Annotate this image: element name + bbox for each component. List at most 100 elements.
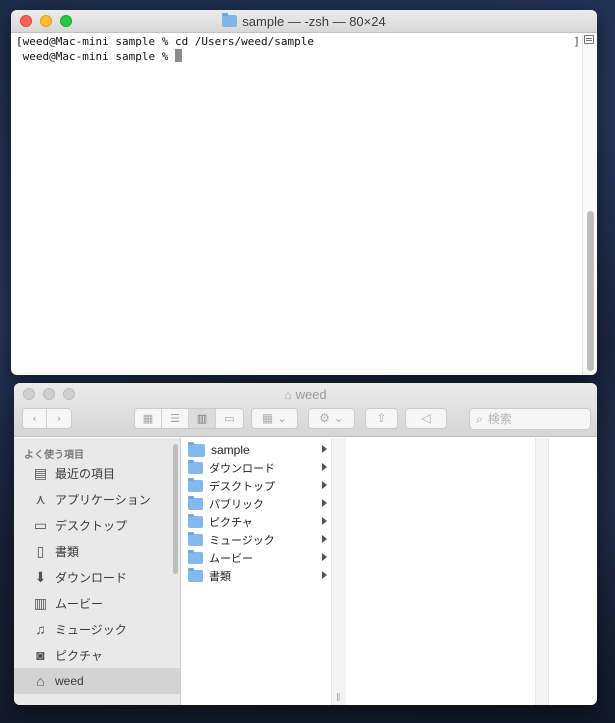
sidebar-item-label: デスクトップ [55,518,128,533]
split-view-icon[interactable] [584,35,594,44]
search-field[interactable]: ⌕ 検索 [469,408,591,430]
disclosure-arrow-icon [322,535,327,543]
forward-button[interactable]: › [47,409,71,428]
sidebar-item-pictures[interactable]: ◙ ピクチャ [14,642,180,668]
sidebar-item-label: ピクチャ [55,648,103,663]
applications-icon: ⋏ [35,490,46,507]
sidebar-item-movies[interactable]: ▥ ムービー [14,590,180,616]
folder-icon [222,13,238,27]
music-folder-icon [188,532,203,546]
finder-window: ⌂ weed ‹ › ▦ ☰ ▥ ▭ ▦ ⌄ ⚙ ⌄ ⇧ ◁ ⌕ 検索 よく使う項目… [14,383,597,705]
disclosure-arrow-icon [322,463,327,471]
sidebar-item-recents[interactable]: ▤ 最近の項目 [14,460,180,486]
group-button[interactable]: ▦ ⌄ [251,408,298,429]
sidebar-item-label: weed [55,674,84,688]
public-folder-icon [188,496,203,510]
disclosure-arrow-icon [322,571,327,579]
sidebar-item-desktop[interactable]: ▭ デスクトップ [14,512,180,538]
terminal-title-text: sample — -zsh — 80×24 [242,14,386,29]
sidebar-item-home[interactable]: ⌂ weed [14,668,180,694]
tags-button[interactable]: ◁ [405,408,447,429]
column-item-label: パブリック [209,499,264,511]
sidebar-item-music[interactable]: ♫ ミュージック [14,616,180,642]
disclosure-arrow-icon [322,481,327,489]
column-item-label: デスクトップ [209,481,275,493]
column-item-label: ミュージック [209,535,275,547]
action-button[interactable]: ⚙ ⌄ [308,408,355,429]
column-item-desktop[interactable]: デスクトップ [182,477,331,495]
column-view-button[interactable]: ▥ [189,409,216,428]
folder-icon [188,441,205,457]
column-item-pictures[interactable]: ピクチャ [182,513,331,531]
column-item-music[interactable]: ミュージック [182,531,331,549]
share-button[interactable]: ⇧ [365,408,398,429]
column-item-documents[interactable]: 書類 [182,567,331,585]
column-item-label: ダウンロード [209,463,275,475]
sidebar-item-applications[interactable]: ⋏ アプリケーション [14,486,180,512]
downloads-folder-icon [188,460,203,474]
line-marker: ] [573,35,580,48]
list-view-button[interactable]: ☰ [162,409,189,428]
terminal-scrollbar[interactable] [582,33,597,375]
disclosure-arrow-icon [322,553,327,561]
sidebar-scrollbar[interactable] [173,444,178,574]
music-icon: ♫ [35,621,46,637]
finder-sidebar: よく使う項目 ▤ 最近の項目 ⋏ アプリケーション ▭ デスクトップ ▯ 書類 ⬇ ダウン… [14,438,181,705]
sidebar-item-documents[interactable]: ▯ 書類 [14,538,180,564]
sidebar-item-label: ミュージック [55,622,127,637]
column-item-public[interactable]: パブリック [182,495,331,513]
nav-buttons: ‹ › [22,408,72,429]
column-item-downloads[interactable]: ダウンロード [182,459,331,477]
column-item-label: ムービー [209,553,253,565]
disclosure-arrow-icon [322,499,327,507]
search-placeholder: 検索 [487,412,512,426]
back-button[interactable]: ‹ [23,409,47,428]
sidebar-item-downloads[interactable]: ⬇ ダウンロード [14,564,180,590]
sidebar-item-label: ムービー [55,596,104,611]
column-item-label: sample [211,443,250,457]
icon-view-button[interactable]: ▦ [135,409,162,428]
movies-folder-icon [188,550,203,564]
view-mode-control: ▦ ☰ ▥ ▭ [134,408,244,429]
column-gutter [535,438,549,705]
pictures-icon: ◙ [36,647,45,663]
search-icon: ⌕ [476,412,483,426]
gallery-view-button[interactable]: ▭ [216,409,243,428]
terminal-window: sample — -zsh — 80×24 [weed@Mac-mini sam… [11,10,597,375]
disclosure-arrow-icon [322,445,327,453]
finder-toolbar: ⌂ weed ‹ › ▦ ☰ ▥ ▭ ▦ ⌄ ⚙ ⌄ ⇧ ◁ ⌕ 検索 [14,383,597,437]
terminal-cursor [174,49,182,62]
recents-icon: ▤ [33,464,48,481]
column-resize-handle[interactable]: || [336,692,341,701]
sidebar-item-label: 最近の項目 [55,466,116,481]
column-item-label: ピクチャ [209,517,253,529]
column-gutter [332,438,346,705]
terminal-line: [weed@Mac-mini sample % cd /Users/weed/s… [16,35,315,48]
disclosure-arrow-icon [322,517,327,525]
sidebar-item-label: アプリケーション [55,492,151,507]
finder-column-1: sample ダウンロード デスクトップ パブリック ピクチャ ミュージック ム… [182,438,332,705]
terminal-titlebar[interactable]: sample — -zsh — 80×24 [11,10,597,33]
movies-icon: ▥ [33,594,48,611]
documents-icon: ▯ [36,542,45,559]
column-item-sample[interactable]: sample [182,441,331,459]
desktop-folder-icon [188,478,203,492]
scrollbar-thumb[interactable] [587,211,594,371]
finder-title: ⌂ weed [14,387,597,402]
terminal-title: sample — -zsh — 80×24 [11,13,597,29]
terminal-prompt-line: weed@Mac-mini sample % [16,49,577,64]
finder-title-text: weed [295,387,327,402]
column-item-movies[interactable]: ムービー [182,549,331,567]
terminal-output[interactable]: [weed@Mac-mini sample % cd /Users/weed/s… [11,33,582,375]
terminal-prompt: weed@Mac-mini sample % [16,50,175,63]
downloads-icon: ⬇ [34,568,47,585]
column-item-label: 書類 [209,571,231,583]
sidebar-heading: よく使う項目 [24,450,84,461]
documents-folder-icon [188,568,203,582]
desktop-icon: ▭ [33,516,48,533]
sidebar-item-label: ダウンロード [55,570,128,585]
pictures-folder-icon [188,514,203,528]
home-icon: ⌂ [36,673,45,689]
home-icon: ⌂ [284,388,292,402]
sidebar-item-label: 書類 [55,544,80,559]
